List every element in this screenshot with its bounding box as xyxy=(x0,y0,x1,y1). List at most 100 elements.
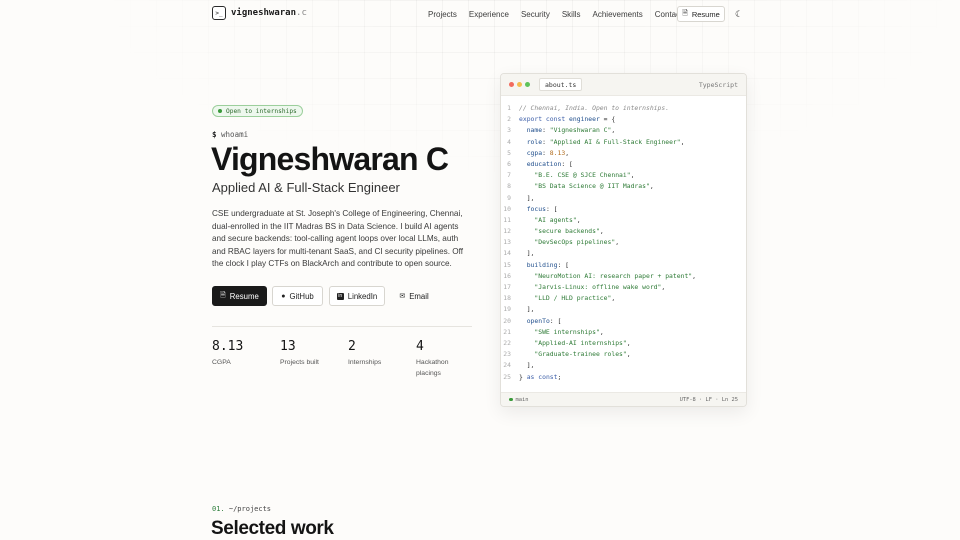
line-number: 4 xyxy=(507,137,511,146)
nav-link-skills[interactable]: Skills xyxy=(562,10,581,19)
code-line: 16 "NeuroMotion AI: research paper + pat… xyxy=(501,272,746,283)
nav-link-projects[interactable]: Projects xyxy=(428,10,457,19)
section-label: 01. ~/projects xyxy=(212,505,272,513)
code-line: 7 "B.E. CSE @ SJCE Chennai", xyxy=(501,171,746,182)
code-text: name: "Vigneshwaran C", xyxy=(526,126,616,135)
line-number: 7 xyxy=(507,171,511,180)
nav-resume-label: Resume xyxy=(691,9,720,19)
code-line: 8 "BS Data Science @ IIT Madras", xyxy=(501,182,746,193)
theme-toggle-button[interactable]: ☾ xyxy=(733,8,745,20)
line-number: 2 xyxy=(507,115,511,124)
code-text: "AI agents", xyxy=(534,215,581,224)
code-line: 4 role: "Applied AI & Full-Stack Enginee… xyxy=(501,138,746,149)
code-window-header: about.ts TypeScript xyxy=(501,74,746,96)
code-text: export const engineer = { xyxy=(519,115,616,124)
resume-button[interactable]: 🗎 Resume xyxy=(212,286,267,306)
hero-name: Vigneshwaran C xyxy=(211,141,449,177)
line-number: 3 xyxy=(507,126,511,135)
code-line: 1 // Chennai, India. Open to internships. xyxy=(501,104,746,115)
line-number: 16 xyxy=(503,271,511,280)
line-number: 24 xyxy=(503,361,511,370)
hero-role: Applied AI & Full-Stack Engineer xyxy=(212,180,400,195)
code-text: "Graduate-trainee roles", xyxy=(534,350,631,359)
code-window: about.ts TypeScript 1 // Chennai, India. … xyxy=(500,73,747,407)
code-line: 6 education: [ xyxy=(501,160,746,171)
line-number: 23 xyxy=(503,350,511,359)
stat-cgpa: 8.13 CGPA xyxy=(212,339,244,366)
stat-hackathons: 4 Hackathon placings xyxy=(416,339,449,377)
code-language: TypeScript xyxy=(698,80,738,89)
section-title: Selected work xyxy=(211,518,334,539)
code-line: 19 ], xyxy=(501,305,746,316)
code-text: "secure backends", xyxy=(534,227,604,236)
status-badge: Open to internships xyxy=(212,105,303,117)
stat-internships: 2 Internships xyxy=(348,339,382,366)
encoding-status: UTF-8 · LF · Ln 25 xyxy=(679,396,738,403)
code-file-tab[interactable]: about.ts xyxy=(539,78,583,91)
line-number: 18 xyxy=(503,294,511,303)
code-line: 3 name: "Vigneshwaran C", xyxy=(501,126,746,137)
line-number: 21 xyxy=(503,327,511,336)
document-icon: 🗎 xyxy=(682,9,688,17)
linkedin-button[interactable]: in LinkedIn xyxy=(329,286,385,306)
code-body: 1 // Chennai, India. Open to internships.… xyxy=(501,96,746,384)
code-line: 23 "Graduate-trainee roles", xyxy=(501,350,746,361)
linkedin-icon: in xyxy=(336,292,344,300)
code-line: 20 openTo: [ xyxy=(501,317,746,328)
code-line: 17 "Jarvis-Linux: offline wake word", xyxy=(501,283,746,294)
code-text: "SWE internships", xyxy=(534,327,604,336)
code-line: 24 ], xyxy=(501,361,746,372)
code-text: "Jarvis-Linux: offline wake word", xyxy=(534,283,666,291)
maximize-dot-icon xyxy=(525,82,530,87)
code-text: role: "Applied AI & Full-Stack Engineer"… xyxy=(526,137,685,146)
code-text: building: [ xyxy=(526,260,570,269)
hero-divider xyxy=(212,326,472,327)
minimize-dot-icon xyxy=(517,82,522,87)
code-text: "BS Data Science @ IIT Madras", xyxy=(534,182,654,191)
code-line: 22 "Applied-AI internships", xyxy=(501,339,746,350)
code-line: 9 ], xyxy=(501,194,746,205)
moon-icon: ☾ xyxy=(734,9,744,19)
code-text: education: [ xyxy=(526,159,573,168)
code-line: 11 "AI agents", xyxy=(501,216,746,227)
code-text: "DevSecOps pipelines", xyxy=(534,238,620,247)
branch-dot-icon xyxy=(509,397,513,402)
code-text: } as const; xyxy=(519,372,562,381)
line-number: 13 xyxy=(503,238,511,247)
document-icon: 🗎 xyxy=(220,291,226,299)
line-number: 9 xyxy=(507,193,511,202)
code-line: 25} as const; xyxy=(501,373,746,384)
status-badge-text: Open to internships xyxy=(226,107,297,115)
nav-resume-button[interactable]: 🗎 Resume xyxy=(677,6,725,22)
line-number: 22 xyxy=(503,338,511,347)
code-line: 18 "LLD / HLD practice", xyxy=(501,294,746,305)
code-text: "LLD / HLD practice", xyxy=(534,294,616,303)
code-text: openTo: [ xyxy=(526,316,562,325)
code-line: 5 cgpa: 8.13, xyxy=(501,149,746,160)
nav-link-achievements[interactable]: Achievements xyxy=(593,10,643,19)
code-text: focus: [ xyxy=(526,204,558,213)
line-number: 8 xyxy=(507,182,511,191)
line-number: 10 xyxy=(503,204,511,213)
brand-logo[interactable]: >_ vigneshwaran.c xyxy=(212,6,307,20)
hero-bio: CSE undergraduate at St. Joseph's Colleg… xyxy=(212,209,464,269)
line-number: 5 xyxy=(507,148,511,157)
email-button[interactable]: ✉ Email xyxy=(391,286,437,306)
code-text: ], xyxy=(519,305,535,314)
line-number: 14 xyxy=(503,249,511,258)
github-button[interactable]: ● GitHub xyxy=(272,286,323,306)
code-text: ], xyxy=(519,193,535,202)
code-text: "NeuroMotion AI: research paper + patent… xyxy=(534,271,696,280)
code-text: cgpa: 8.13, xyxy=(526,148,570,157)
code-status-bar: main UTF-8 · LF · Ln 25 xyxy=(501,392,746,406)
brand-name: vigneshwaran.c xyxy=(231,8,307,18)
nav-link-security[interactable]: Security xyxy=(521,10,550,19)
stat-projects: 13 Projects built xyxy=(280,339,319,366)
top-nav: >_ vigneshwaran.c Projects Experience Se… xyxy=(0,0,960,28)
grid-background xyxy=(0,0,960,300)
line-number: 20 xyxy=(503,316,511,325)
line-number: 17 xyxy=(503,283,511,291)
close-dot-icon xyxy=(509,82,514,87)
nav-links: Projects Experience Security Skills Achi… xyxy=(428,0,694,28)
nav-link-experience[interactable]: Experience xyxy=(469,10,509,19)
